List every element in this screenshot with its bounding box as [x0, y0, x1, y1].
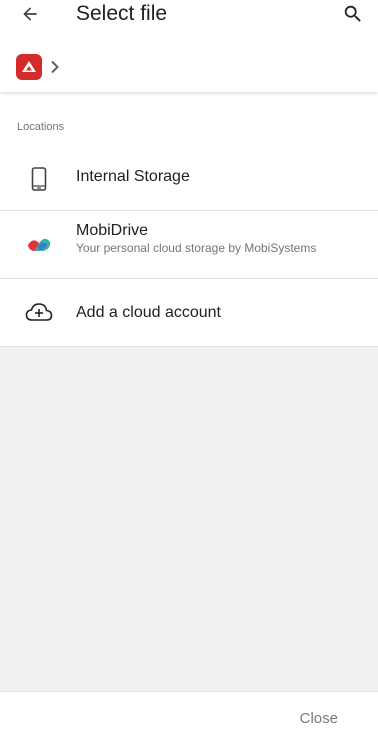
cloud-add-icon [22, 299, 56, 325]
section-label-locations: Locations [17, 121, 65, 133]
search-icon [344, 5, 361, 22]
chevron-right-icon [48, 58, 62, 76]
locations-list: Locations Internal Storage MobiDrive You… [0, 93, 378, 346]
phone-icon [22, 166, 56, 192]
close-button[interactable]: Close [300, 710, 338, 727]
search-button[interactable] [338, 0, 368, 28]
location-label: Add a cloud account [76, 304, 221, 321]
breadcrumb [0, 30, 378, 92]
page-title: Select file [76, 2, 168, 25]
office-suite-logo-icon[interactable] [16, 54, 42, 80]
empty-content-area [0, 346, 378, 692]
app-bar: Select file [0, 0, 378, 30]
select-file-screen: Select file Locations Internal Storage M… [0, 0, 378, 745]
location-item-mobidrive[interactable]: MobiDrive Your personal cloud storage by… [0, 211, 378, 278]
arrow-left-icon [23, 7, 37, 21]
dialog-footer: Close [0, 691, 378, 745]
location-label: MobiDrive [76, 222, 149, 239]
location-label: Internal Storage [76, 168, 190, 185]
mobidrive-icon [22, 231, 56, 257]
location-sublabel: Your personal cloud storage by MobiSyste… [76, 241, 317, 255]
back-button[interactable] [14, 0, 46, 28]
logo-glyph [22, 61, 36, 72]
location-item-internal-storage[interactable]: Internal Storage [0, 148, 378, 210]
location-item-add-cloud-account[interactable]: Add a cloud account [0, 279, 378, 345]
